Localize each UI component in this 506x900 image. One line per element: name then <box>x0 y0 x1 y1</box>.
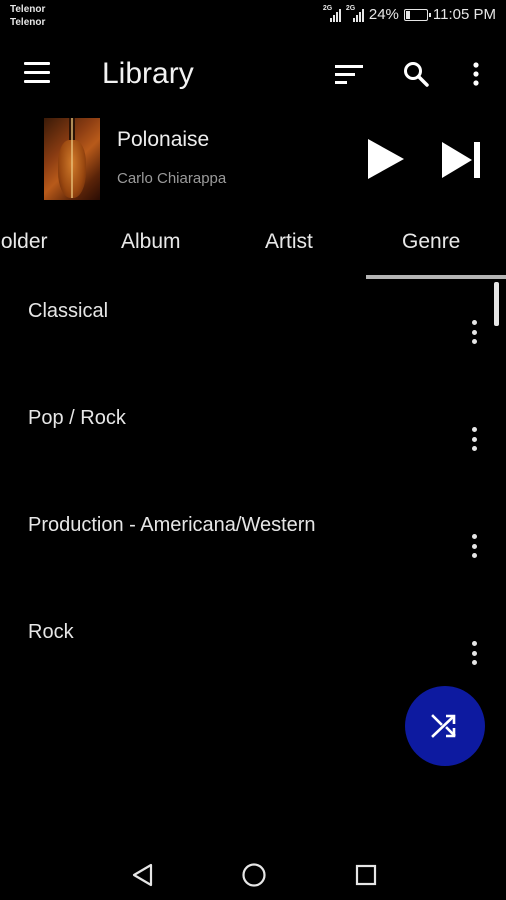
tab-artist[interactable]: Artist <box>265 230 313 254</box>
genre-label: Pop / Rock <box>28 407 126 429</box>
item-more-icon[interactable] <box>464 425 484 453</box>
home-circle-icon[interactable] <box>239 860 269 890</box>
item-more-icon[interactable] <box>464 639 484 667</box>
battery-icon <box>403 8 431 21</box>
skip-next-icon[interactable] <box>440 140 484 180</box>
hamburger-menu-icon[interactable] <box>24 62 54 88</box>
status-indicators: 2G 2G 24% 11:05 PM <box>322 4 496 24</box>
list-item[interactable]: Production - Americana/Western <box>0 494 506 601</box>
signal-2-icon: 2G <box>345 4 364 22</box>
signal-2-tag: 2G <box>345 4 356 12</box>
scrollbar[interactable] <box>494 282 499 326</box>
signal-1-tag: 2G <box>322 4 333 12</box>
signal-1-icon: 2G <box>322 4 341 22</box>
system-nav-bar <box>0 850 506 900</box>
shuffle-button[interactable] <box>405 686 485 766</box>
item-more-icon[interactable] <box>464 532 484 560</box>
tab-folder[interactable]: Folder <box>0 230 48 254</box>
list-item[interactable]: Classical <box>0 280 506 387</box>
album-art <box>44 118 100 200</box>
now-playing-bar[interactable]: Polonaise Carlo Chiarappa <box>0 114 506 204</box>
back-triangle-icon[interactable] <box>127 860 157 890</box>
tab-genre[interactable]: Genre <box>402 230 460 254</box>
list-item[interactable]: Pop / Rock <box>0 387 506 494</box>
recents-square-icon[interactable] <box>351 860 381 890</box>
page-title: Library <box>102 57 194 90</box>
genre-label: Classical <box>28 300 109 322</box>
item-more-icon[interactable] <box>464 318 484 346</box>
carrier-2: Telenor <box>10 17 46 28</box>
genre-label: Production - Americana/Western <box>28 514 316 536</box>
library-tabs: Folder Album Artist Genre <box>0 222 506 280</box>
tab-selected-indicator <box>366 275 506 279</box>
shuffle-icon <box>431 714 456 738</box>
tab-album[interactable]: Album <box>121 230 181 254</box>
toolbar: Library <box>0 44 506 104</box>
clock: 11:05 PM <box>432 6 496 23</box>
now-playing-artist: Carlo Chiarappa <box>117 170 227 187</box>
sort-icon[interactable] <box>333 58 365 90</box>
carrier-1: Telenor <box>10 4 46 15</box>
search-icon[interactable] <box>400 58 432 90</box>
now-playing-title: Polonaise <box>117 128 210 151</box>
more-vert-icon[interactable] <box>460 58 492 90</box>
carrier-names: Telenor Telenor <box>10 3 45 29</box>
battery-percent: 24% <box>368 6 399 23</box>
genre-label: Rock <box>28 621 74 643</box>
play-icon[interactable] <box>366 138 406 180</box>
genre-list: Classical Pop / Rock Production - Americ… <box>0 280 506 708</box>
status-bar: Telenor Telenor 2G 2G 24% 11:05 PM <box>0 0 506 36</box>
